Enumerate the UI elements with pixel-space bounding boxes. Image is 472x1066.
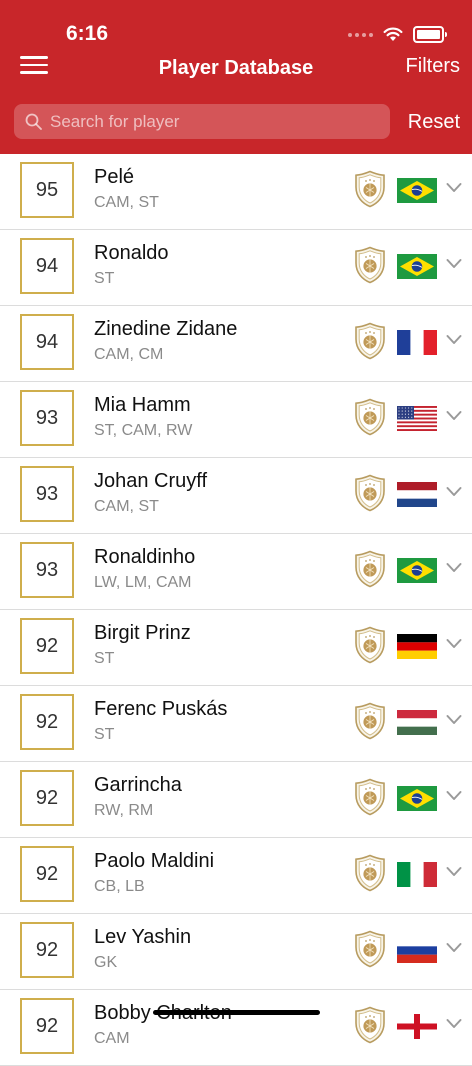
icon-badge-icon	[355, 170, 385, 208]
search-icon	[25, 113, 42, 130]
player-row[interactable]: 93 Johan Cruyff CAM, ST	[0, 458, 472, 534]
page-title: Player Database	[158, 57, 314, 79]
search-placeholder: Search for player	[50, 111, 180, 131]
player-positions: RW, RM	[94, 802, 154, 819]
player-name: Paolo Maldini	[94, 850, 215, 872]
home-indicator	[153, 1010, 320, 1015]
germany-flag-icon	[397, 634, 437, 659]
player-list: 95 Pelé CAM, ST 94 Ronaldo ST 94 Zinedine Zidan…	[0, 154, 472, 1066]
player-row[interactable]: 92Bobby CharltonCAM	[0, 990, 472, 1066]
player-row[interactable]: 93 Mia Hamm ST, CAM, RW	[0, 382, 472, 458]
player-row[interactable]: 92 Ferenc Puskás ST	[0, 686, 472, 762]
player-row[interactable]: 94 Zinedine Zidane CAM, CM	[0, 306, 472, 382]
player-row[interactable]: 95 Pelé CAM, ST	[0, 154, 472, 230]
player-positions: ST, CAM, RW	[94, 422, 193, 439]
player-name: Mia Hamm	[94, 394, 191, 416]
icon-badge-icon	[355, 550, 385, 588]
search-input[interactable]: Search for player	[14, 104, 390, 139]
chevron-down-icon[interactable]	[446, 866, 462, 878]
player-positions: CAM	[94, 1030, 130, 1047]
brazil-flag-icon	[397, 254, 437, 279]
icon-badge-icon	[355, 778, 385, 816]
signal-dots-icon	[348, 32, 373, 37]
player-name: Birgit Prinz	[94, 622, 191, 644]
russia-flag-icon	[397, 938, 437, 963]
chevron-down-icon[interactable]	[446, 258, 462, 270]
icon-badge-icon	[355, 398, 385, 436]
player-positions: LW, LM, CAM	[94, 574, 192, 591]
usa-flag-icon	[397, 406, 437, 431]
icon-badge-icon	[355, 322, 385, 360]
player-rating: 93	[20, 542, 74, 598]
player-row[interactable]: 94 Ronaldo ST	[0, 230, 472, 306]
icon-badge-icon	[355, 246, 385, 284]
netherlands-flag-icon	[397, 482, 437, 507]
player-positions: ST	[94, 270, 115, 287]
player-rating: 94	[20, 238, 74, 294]
player-rating: 95	[20, 162, 74, 218]
player-rating: 92	[20, 998, 74, 1054]
player-name: Zinedine Zidane	[94, 318, 238, 340]
player-rating: 92	[20, 694, 74, 750]
player-row[interactable]: 92 Garrincha RW, RM	[0, 762, 472, 838]
player-rating: 92	[20, 770, 74, 826]
chevron-down-icon[interactable]	[446, 714, 462, 726]
brazil-flag-icon	[397, 786, 437, 811]
italy-flag-icon	[397, 862, 437, 887]
brazil-flag-icon	[397, 558, 437, 583]
chevron-down-icon[interactable]	[446, 942, 462, 954]
player-name: Lev Yashin	[94, 926, 192, 948]
player-rating: 94	[20, 314, 74, 370]
icon-badge-icon	[355, 474, 385, 512]
player-positions: CAM, ST	[94, 498, 159, 515]
player-row[interactable]: 92 Lev Yashin GK	[0, 914, 472, 990]
england-flag-icon	[397, 1014, 437, 1039]
player-name: Ronaldo	[94, 242, 169, 264]
player-rating: 92	[20, 846, 74, 902]
player-rating: 92	[20, 922, 74, 978]
player-name: Pelé	[94, 166, 135, 188]
player-name: Garrincha	[94, 774, 182, 796]
icon-badge-icon	[355, 1006, 385, 1044]
app-header: 6:16 Player Database Filters Search for …	[0, 0, 472, 154]
france-flag-icon	[397, 330, 437, 355]
icon-badge-icon	[355, 930, 385, 968]
reset-button[interactable]: Reset	[408, 111, 460, 134]
player-positions: CAM, CM	[94, 346, 164, 363]
status-icons	[348, 26, 447, 43]
brazil-flag-icon	[397, 178, 437, 203]
chevron-down-icon[interactable]	[446, 182, 462, 194]
player-name: Ronaldinho	[94, 546, 196, 568]
player-positions: GK	[94, 954, 118, 971]
player-name: Johan Cruyff	[94, 470, 208, 492]
battery-icon	[413, 26, 447, 43]
player-positions: ST	[94, 650, 115, 667]
status-time: 6:16	[66, 22, 109, 45]
player-rating: 93	[20, 466, 74, 522]
chevron-down-icon[interactable]	[446, 638, 462, 650]
player-positions: ST	[94, 726, 115, 743]
icon-badge-icon	[355, 626, 385, 664]
wifi-icon	[383, 27, 403, 41]
chevron-down-icon[interactable]	[446, 790, 462, 802]
player-rating: 93	[20, 390, 74, 446]
hungary-flag-icon	[397, 710, 437, 735]
player-positions: CB, LB	[94, 878, 145, 895]
icon-badge-icon	[355, 702, 385, 740]
player-row[interactable]: 92 Paolo Maldini CB, LB	[0, 838, 472, 914]
chevron-down-icon[interactable]	[446, 486, 462, 498]
player-rating: 92	[20, 618, 74, 674]
icon-badge-icon	[355, 854, 385, 892]
filters-button[interactable]: Filters	[406, 55, 460, 78]
chevron-down-icon[interactable]	[446, 1018, 462, 1030]
player-positions: CAM, ST	[94, 194, 159, 211]
chevron-down-icon[interactable]	[446, 410, 462, 422]
player-row[interactable]: 92 Birgit Prinz ST	[0, 610, 472, 686]
chevron-down-icon[interactable]	[446, 334, 462, 346]
player-name: Ferenc Puskás	[94, 698, 228, 720]
chevron-down-icon[interactable]	[446, 562, 462, 574]
player-row[interactable]: 93 Ronaldinho LW, LM, CAM	[0, 534, 472, 610]
